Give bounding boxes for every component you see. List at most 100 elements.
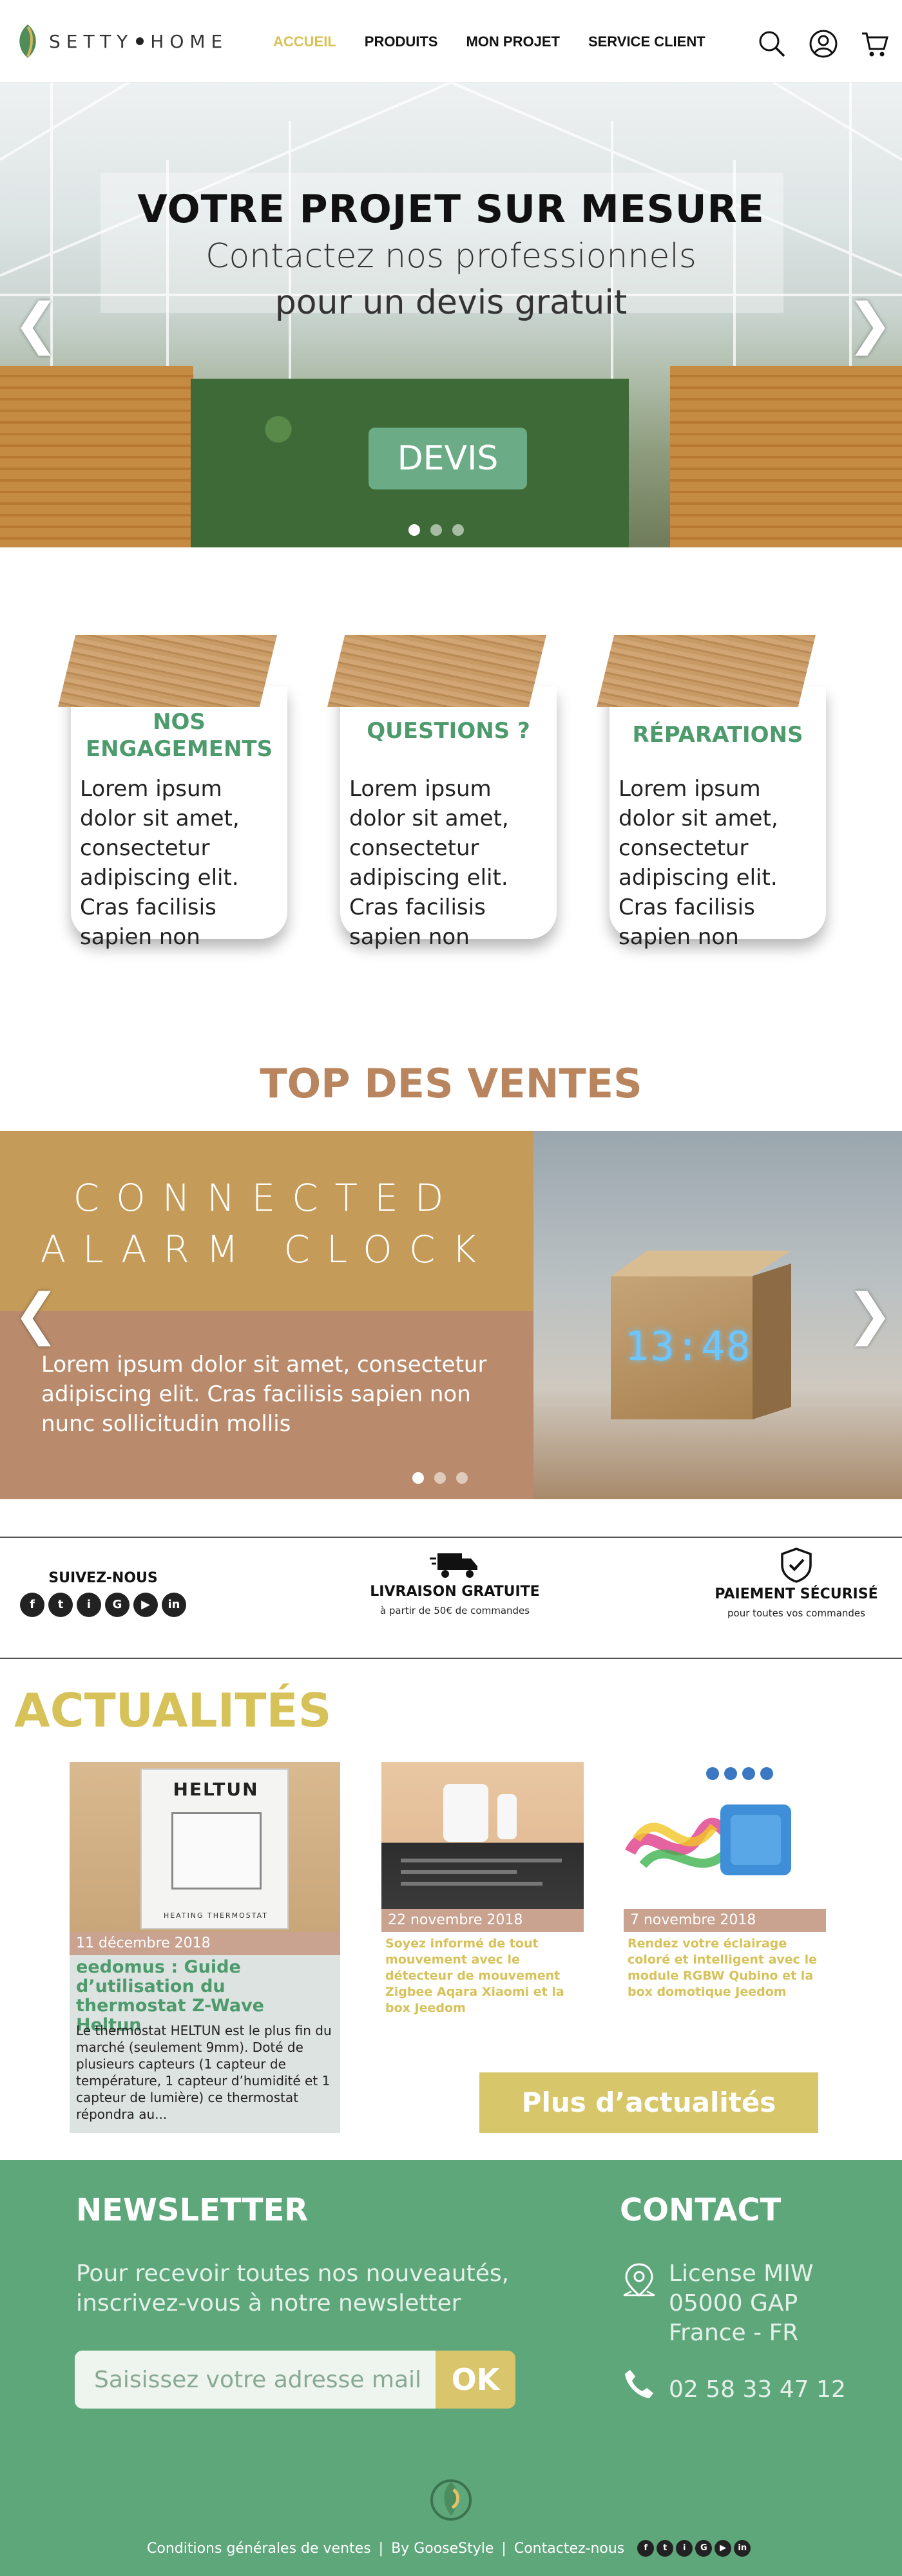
zigbee-sensor-photo bbox=[381, 1762, 584, 1909]
nav-accueil[interactable]: ACCUEIL bbox=[273, 33, 336, 50]
hero-dot-2[interactable] bbox=[430, 524, 442, 536]
social-links: f t i G ▶ in bbox=[19, 1593, 187, 1617]
wood-roof-decoration bbox=[58, 635, 277, 707]
product-info-panel: CONNECTED ALARM CLOCK Lorem ipsum dolor … bbox=[0, 1131, 533, 1499]
hero-dot-1[interactable] bbox=[408, 524, 420, 536]
rgbw-module-illustration bbox=[624, 1767, 791, 1875]
linkedin-icon[interactable]: in bbox=[734, 2540, 751, 2557]
hero-title: VOTRE PROJET SUR MESURE bbox=[137, 187, 765, 232]
phone-number[interactable]: 02 58 33 47 12 bbox=[669, 2375, 846, 2405]
location-pin-icon bbox=[621, 2262, 657, 2300]
card-text: Lorem ipsum dolor sit amet, consectetur … bbox=[619, 776, 778, 950]
main-nav: ACCUEIL PRODUITS MON PROJET SERVICE CLIE… bbox=[273, 33, 705, 50]
news-date: 22 novembre 2018 bbox=[381, 1909, 584, 1932]
hero-subtitle-line2: pour un devis gratuit bbox=[274, 283, 628, 322]
product-heading-band bbox=[0, 1131, 533, 1311]
more-news-button[interactable]: Plus d’actualités bbox=[479, 2072, 818, 2133]
site-header: SETTY HOME ACCUEIL PRODUITS MON PROJET SE… bbox=[0, 0, 902, 82]
thermostat-label: HEATING THERMOSTAT bbox=[163, 1911, 269, 1920]
linkedin-icon[interactable]: in bbox=[162, 1593, 186, 1617]
nav-produits[interactable]: PRODUITS bbox=[365, 33, 438, 50]
product-description: Lorem ipsum dolor sit amet, consectetur … bbox=[41, 1352, 487, 1437]
card-reparations[interactable]: RÉPARATIONS Lorem ipsum dolor sit amet, … bbox=[597, 635, 826, 950]
hero-subtitle-line1: Contactez nos professionnels bbox=[206, 237, 696, 276]
card-title: QUESTIONS ? bbox=[367, 718, 530, 744]
footer-logo-icon[interactable] bbox=[428, 2470, 474, 2530]
payment-title: PAIEMENT SÉCURISÉ bbox=[715, 1586, 878, 1602]
products-dot-2[interactable] bbox=[434, 1472, 446, 1484]
top-ventes-title: TOP DES VENTES bbox=[260, 1060, 642, 1107]
top-ventes-slider: CONNECTED ALARM CLOCK Lorem ipsum dolor … bbox=[0, 1131, 902, 1499]
card-title-line1: NOS bbox=[153, 709, 206, 735]
youtube-icon[interactable]: ▶ bbox=[133, 1593, 158, 1617]
terms-link[interactable]: Conditions générales de ventes bbox=[147, 2541, 371, 2557]
footer-links: Conditions générales de ventes | By Goos… bbox=[147, 2540, 751, 2557]
devis-button[interactable]: DEVIS bbox=[369, 428, 527, 489]
wood-roof-decoration bbox=[597, 635, 816, 707]
wood-wall-left bbox=[0, 366, 193, 547]
news-date: 11 décembre 2018 bbox=[70, 1932, 340, 1955]
nav-service-client[interactable]: SERVICE CLIENT bbox=[588, 33, 705, 50]
featured-news-card[interactable]: HELTUN HEATING THERMOSTAT 11 décembre 20… bbox=[70, 1762, 340, 2133]
products-pagination bbox=[412, 1472, 468, 1484]
qubino-module-photo bbox=[624, 1762, 826, 1909]
newsletter-submit-button[interactable]: OK bbox=[436, 2351, 515, 2409]
clock-time-display: 13:48 bbox=[625, 1323, 752, 1370]
products-dot-3[interactable] bbox=[456, 1472, 468, 1484]
heltun-thermostat-photo: HELTUN HEATING THERMOSTAT bbox=[70, 1762, 340, 1932]
hero-prev-arrow-icon[interactable]: ❮ bbox=[13, 295, 59, 353]
thermostat-brand: HELTUN bbox=[173, 1779, 259, 1800]
hero-dot-3[interactable] bbox=[452, 524, 464, 536]
site-logo[interactable]: SETTY HOME bbox=[15, 21, 228, 62]
twitter-icon[interactable]: t bbox=[48, 1593, 73, 1617]
address-line2: 05000 GAP bbox=[669, 2290, 798, 2316]
clock-side-face bbox=[753, 1264, 791, 1419]
wooden-cube-clock: 13:48 bbox=[611, 1251, 791, 1419]
contact-link[interactable]: Contactez-nous bbox=[514, 2541, 624, 2557]
news-title[interactable]: Soyez informé de tout mouvement avec le … bbox=[385, 1936, 582, 2016]
contact-title: CONTACT bbox=[620, 2192, 782, 2228]
delivery-title: LIVRAISON GRATUITE bbox=[370, 1584, 540, 1600]
google-icon[interactable]: G bbox=[105, 1593, 130, 1617]
shopping-cart-icon[interactable] bbox=[861, 30, 889, 58]
follow-us: SUIVEZ-NOUS f t i G ▶ in bbox=[19, 1570, 187, 1617]
user-account-icon[interactable] bbox=[809, 30, 838, 58]
instagram-icon[interactable]: i bbox=[77, 1593, 101, 1617]
facebook-icon[interactable]: f bbox=[637, 2540, 655, 2557]
card-engagements[interactable]: NOS ENGAGEMENTS Lorem ipsum dolor sit am… bbox=[58, 635, 287, 950]
card-text: Lorem ipsum dolor sit amet, consectetur … bbox=[349, 776, 509, 950]
google-icon[interactable]: G bbox=[695, 2540, 713, 2557]
products-next-arrow-icon[interactable]: ❯ bbox=[847, 1285, 893, 1343]
news-title[interactable]: Rendez votre éclairage coloré et intelli… bbox=[628, 1936, 825, 2000]
card-text: Lorem ipsum dolor sit amet, consectetur … bbox=[80, 776, 240, 950]
address-line3: France - FR bbox=[669, 2320, 799, 2346]
facebook-icon[interactable]: f bbox=[20, 1593, 44, 1617]
hero-slider: VOTRE PROJET SUR MESURE Contactez nos pr… bbox=[0, 82, 902, 547]
goosestyle-link[interactable]: By GooseStyle bbox=[391, 2541, 494, 2557]
payment-subtitle: pour toutes vos commandes bbox=[727, 1607, 865, 1619]
search-icon[interactable] bbox=[758, 30, 786, 58]
motion-sensor-illustration bbox=[401, 1784, 562, 1886]
products-prev-arrow-icon[interactable]: ❮ bbox=[13, 1285, 59, 1343]
actualites-title: ACTUALITÉS bbox=[14, 1683, 332, 1738]
header-actions bbox=[758, 30, 889, 58]
free-delivery: LIVRAISON GRATUITE à partir de 50€ de co… bbox=[358, 1549, 552, 1616]
address-line1: License MIW bbox=[669, 2260, 814, 2287]
instagram-icon[interactable]: i bbox=[676, 2540, 693, 2557]
secure-payment: PAIEMENT SÉCURISÉ pour toutes vos comman… bbox=[706, 1547, 887, 1619]
nav-mon-projet[interactable]: MON PROJET bbox=[466, 33, 559, 50]
thermostat-screen bbox=[171, 1812, 262, 1889]
twitter-icon[interactable]: t bbox=[657, 2540, 674, 2557]
hero-pagination bbox=[408, 524, 464, 536]
news-excerpt: Le thermostat HELTUN est le plus fin du … bbox=[76, 2023, 332, 2122]
youtube-icon[interactable]: ▶ bbox=[715, 2540, 732, 2557]
logo-text: SETTY HOME bbox=[49, 30, 229, 52]
card-questions[interactable]: QUESTIONS ? Lorem ipsum dolor sit amet, … bbox=[327, 635, 557, 950]
wood-wall-right bbox=[670, 366, 902, 547]
newsletter-title: NEWSLETTER bbox=[76, 2192, 309, 2228]
products-dot-1[interactable] bbox=[412, 1472, 424, 1484]
product-heading-line1: CONNECTED bbox=[73, 1176, 461, 1220]
hero-next-arrow-icon[interactable]: ❯ bbox=[847, 295, 893, 353]
delivery-truck-icon bbox=[430, 1553, 477, 1578]
newsletter-email-input[interactable] bbox=[75, 2351, 436, 2409]
